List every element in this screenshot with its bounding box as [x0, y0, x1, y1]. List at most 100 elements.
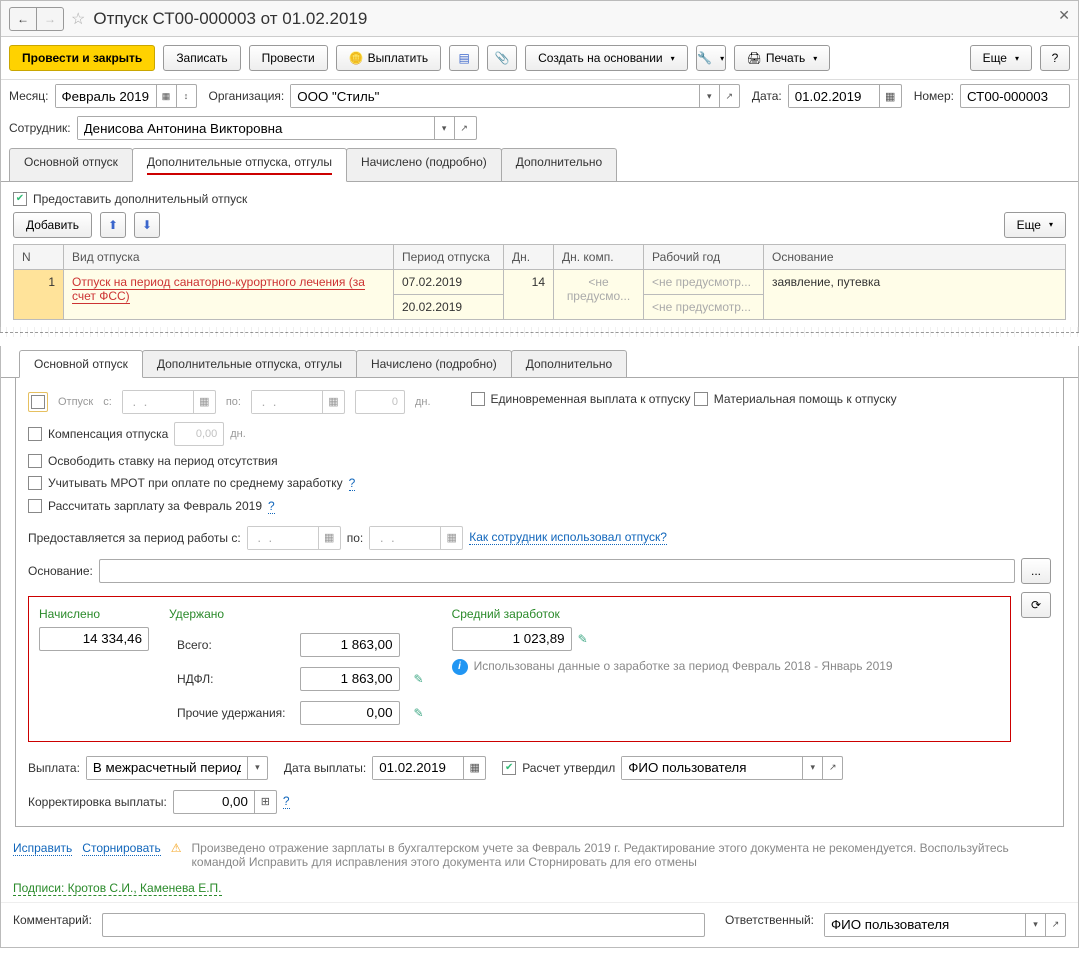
tab-accrued-detail-1[interactable]: Начислено (подробно) [346, 148, 502, 181]
employee-select[interactable]: ▾ ↗ [77, 116, 477, 140]
vacation-to-input[interactable]: ▦ [251, 390, 345, 414]
payout-button[interactable]: 🪙 Выплатить [336, 45, 441, 71]
month-select[interactable]: ▦ ↕ [55, 84, 197, 108]
dropdown-icon[interactable]: ▾ [434, 117, 454, 139]
move-down-button[interactable]: ⬇ [134, 212, 160, 238]
open-icon[interactable]: ↗ [719, 85, 739, 107]
compensation-days-input[interactable] [174, 422, 224, 446]
calc-salary-checkbox[interactable]: Рассчитать зарплату за Февраль 2019 [28, 499, 262, 513]
print-button[interactable]: 🖨 Печать [734, 45, 831, 71]
cell-workyear-1: <не предусмотр... [644, 269, 764, 294]
col-basis[interactable]: Основание [764, 244, 1066, 269]
signatures-link[interactable]: Подписи: Кротов С.И., Каменева Е.П. [13, 881, 222, 896]
basis-more-button[interactable]: ... [1021, 558, 1051, 584]
extra-actions-button[interactable]: 🔧 [696, 45, 726, 71]
dropdown-icon[interactable]: ▾ [802, 757, 822, 779]
payout-mode-select[interactable]: ▾ [86, 756, 268, 780]
accrued-input[interactable] [39, 627, 149, 651]
average-earnings-input[interactable] [452, 627, 572, 651]
open-icon[interactable]: ↗ [454, 117, 474, 139]
comment-input[interactable] [102, 913, 705, 937]
execute-button[interactable]: Провести [249, 45, 328, 71]
nav-back-button[interactable]: ← [9, 7, 37, 31]
add-row-button[interactable]: Добавить [13, 212, 92, 238]
calendar-icon[interactable]: ▦ [156, 85, 176, 107]
tab-additional-vacations[interactable]: Дополнительные отпуска, отгулы [132, 148, 347, 182]
correct-link[interactable]: Исправить [13, 841, 72, 856]
work-period-from[interactable]: ▦ [247, 526, 341, 550]
calendar-icon[interactable]: ▦ [318, 527, 340, 549]
attachment-button[interactable]: 📎 [487, 45, 517, 71]
approved-checkbox[interactable]: ✔ Расчет утвердил [502, 761, 615, 775]
col-number[interactable]: N [14, 244, 64, 269]
open-icon[interactable]: ↗ [1045, 914, 1065, 936]
open-icon[interactable]: ↗ [822, 757, 842, 779]
nav-forward-button[interactable]: → [36, 7, 64, 31]
free-rate-checkbox[interactable]: Освободить ставку на период отсутствия [28, 454, 278, 468]
mrot-checkbox[interactable]: Учитывать МРОТ при оплате по среднему за… [28, 476, 343, 490]
dropdown-icon[interactable]: ▾ [1025, 914, 1045, 936]
col-days[interactable]: Дн. [504, 244, 554, 269]
table-more-button[interactable]: Еще [1004, 212, 1066, 238]
basis-input[interactable] [99, 559, 1015, 583]
col-period[interactable]: Период отпуска [394, 244, 504, 269]
approver-select[interactable]: ▾ ↗ [621, 756, 843, 780]
tab-additional-2[interactable]: Дополнительно [511, 350, 627, 377]
payout-date-input[interactable]: ▦ [372, 756, 486, 780]
dropdown-icon[interactable]: ▾ [699, 85, 719, 107]
table-row[interactable]: 1 Отпуск на период санаторно-курортного … [14, 269, 1066, 294]
responsible-select[interactable]: ▾ ↗ [824, 913, 1066, 937]
tab-main-vacation-2[interactable]: Основной отпуск [19, 350, 143, 378]
vacation-checkbox[interactable] [28, 392, 48, 412]
tab-accrued-detail-2[interactable]: Начислено (подробно) [356, 350, 512, 377]
execute-close-button[interactable]: Провести и закрыть [9, 45, 155, 71]
tab-main-vacation-1[interactable]: Основной отпуск [9, 148, 133, 181]
correction-help-link[interactable]: ? [283, 794, 290, 809]
days-input[interactable] [355, 390, 405, 414]
correction-input[interactable]: ⊞ [173, 790, 277, 814]
col-vacation-type[interactable]: Вид отпуска [64, 244, 394, 269]
cell-vacation-type[interactable]: Отпуск на период санаторно-курортного ле… [64, 269, 394, 319]
spin-icon[interactable]: ↕ [176, 85, 196, 107]
withheld-total-input[interactable] [300, 633, 400, 657]
tab-additional-vacations-2[interactable]: Дополнительные отпуска, отгулы [142, 350, 357, 377]
tab-additional-1[interactable]: Дополнительно [501, 148, 617, 181]
calendar-icon[interactable]: ▦ [463, 757, 485, 779]
lump-payment-checkbox[interactable]: Единовременная выплата к отпуску [471, 392, 691, 406]
days-unit: дн. [415, 396, 431, 408]
vacation-from-input[interactable]: ▦ [122, 390, 216, 414]
move-up-button[interactable]: ⬆ [100, 212, 126, 238]
recalculate-button[interactable]: ⟳ [1021, 592, 1051, 618]
provide-addl-vacation-checkbox[interactable]: ✔ Предоставить дополнительный отпуск [13, 192, 247, 206]
mrot-help-link[interactable]: ? [349, 476, 356, 491]
storno-link[interactable]: Сторнировать [82, 841, 160, 856]
ndfl-input[interactable] [300, 667, 400, 691]
save-button[interactable]: Записать [163, 45, 240, 71]
material-aid-checkbox[interactable]: Материальная помощь к отпуску [694, 392, 897, 406]
calendar-icon[interactable]: ▦ [193, 391, 215, 413]
col-comp-days[interactable]: Дн. комп. [554, 244, 644, 269]
calendar-icon[interactable]: ▦ [322, 391, 344, 413]
org-select[interactable]: ▾ ↗ [290, 84, 740, 108]
edit-avg-icon[interactable]: ✎ [578, 632, 588, 646]
how-used-link[interactable]: Как сотрудник использовал отпуск? [469, 530, 667, 545]
calendar-icon[interactable]: ▦ [440, 527, 462, 549]
favorite-star-icon[interactable]: ☆ [71, 9, 85, 29]
calculator-icon[interactable]: ⊞ [254, 791, 276, 813]
compensation-checkbox[interactable]: Компенсация отпуска [28, 427, 168, 441]
dropdown-icon[interactable]: ▾ [247, 757, 267, 779]
calendar-icon[interactable]: ▦ [879, 85, 901, 107]
col-work-year[interactable]: Рабочий год [644, 244, 764, 269]
list-button[interactable]: ▤ [449, 45, 479, 71]
other-withholdings-input[interactable] [300, 701, 400, 725]
edit-ndfl-icon[interactable]: ✎ [414, 672, 424, 686]
calc-salary-help-link[interactable]: ? [268, 499, 275, 514]
more-button[interactable]: Еще [970, 45, 1032, 71]
close-icon[interactable]: ✕ [1058, 7, 1070, 24]
create-based-button[interactable]: Создать на основании [525, 45, 688, 71]
date-input[interactable]: ▦ [788, 84, 902, 108]
work-period-to[interactable]: ▦ [369, 526, 463, 550]
number-input[interactable] [960, 84, 1070, 108]
help-button[interactable]: ? [1040, 45, 1070, 71]
edit-other-icon[interactable]: ✎ [414, 706, 424, 720]
